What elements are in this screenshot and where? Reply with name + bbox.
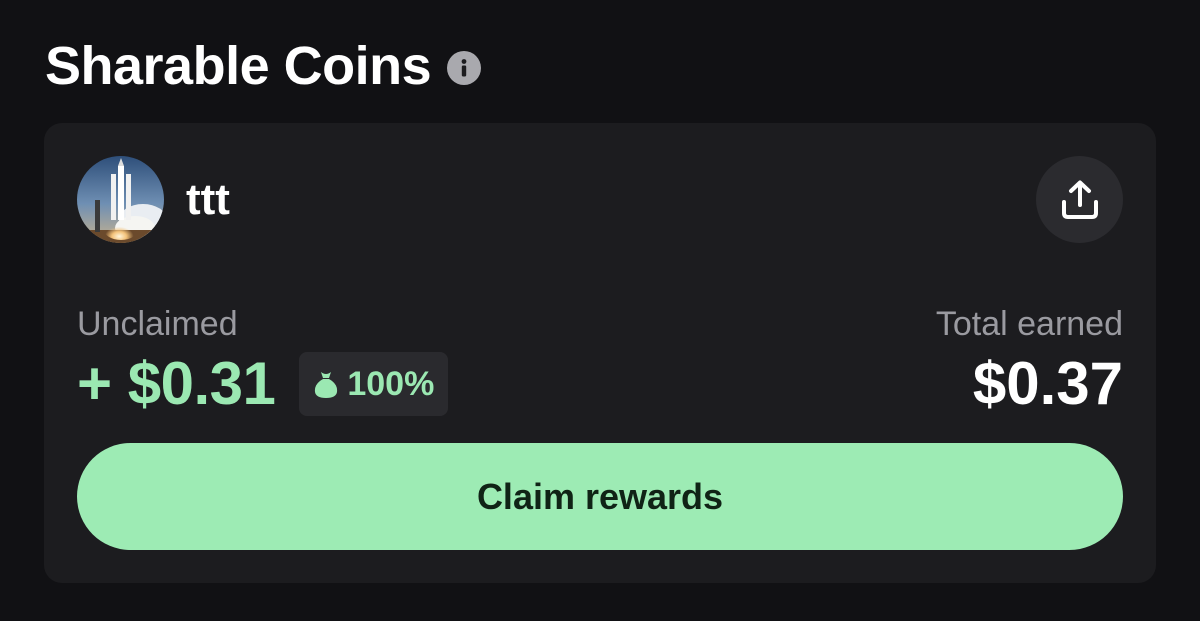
total-earned-label: Total earned — [935, 305, 1123, 343]
share-percent-badge: 100% — [299, 352, 449, 416]
coin-card: ttt Unclaimed Total earned + $0.31 100% … — [44, 123, 1156, 583]
share-percent-value: 100% — [347, 364, 435, 403]
unclaimed-amount: + $0.31 — [77, 350, 276, 417]
total-earned-amount: $0.37 — [972, 350, 1123, 417]
unclaimed-label: Unclaimed — [77, 305, 238, 343]
money-bag-icon — [315, 372, 338, 398]
rocket-launch-avatar — [77, 156, 164, 243]
sharable-coins-page: Sharable Coins ttt Unclaimed Total earne… — [0, 0, 1200, 621]
claim-rewards-button[interactable]: Claim rewards — [77, 443, 1123, 550]
page-title: Sharable Coins — [45, 36, 432, 96]
share-button[interactable] — [1036, 156, 1123, 243]
coin-avatar[interactable] — [77, 156, 164, 243]
claim-rewards-label: Claim rewards — [476, 475, 724, 517]
coin-name: ttt — [186, 175, 230, 224]
share-upload-icon — [1061, 180, 1098, 219]
unclaimed-row: + $0.31 100% — [77, 350, 449, 417]
header: Sharable Coins — [45, 34, 482, 98]
info-icon[interactable] — [447, 51, 482, 85]
